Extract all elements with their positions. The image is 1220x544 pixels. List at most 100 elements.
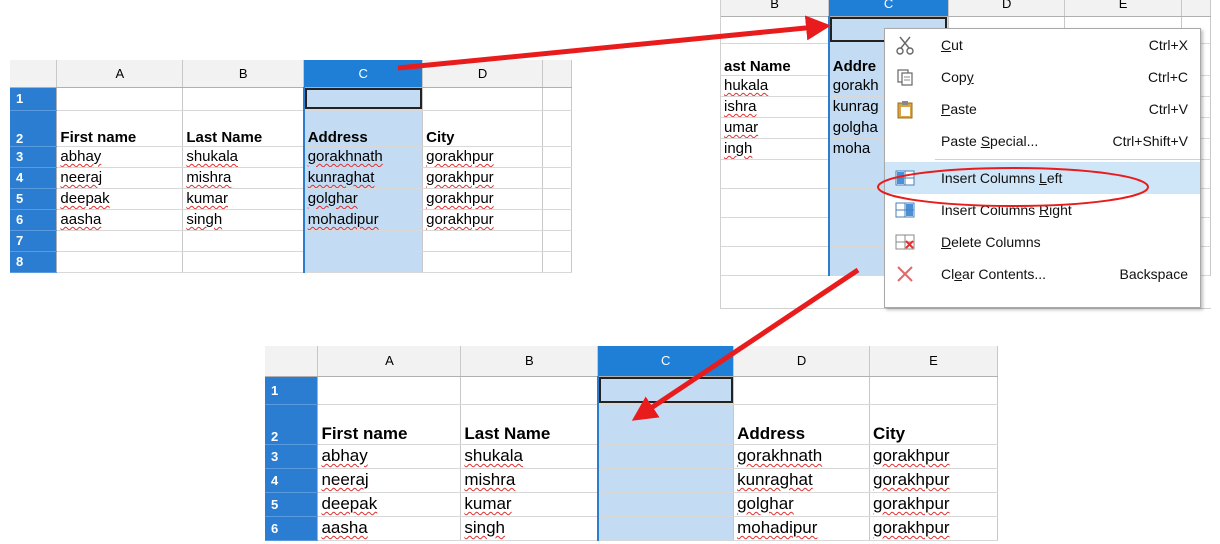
menu-item-insert-columns-right[interactable]: Insert Columns Right <box>885 194 1200 226</box>
row-header[interactable]: 2 <box>265 404 319 445</box>
cell[interactable]: kumar <box>460 492 599 517</box>
cell[interactable] <box>542 230 572 252</box>
cell[interactable] <box>182 251 305 273</box>
cell[interactable]: umar <box>721 117 830 139</box>
cell[interactable]: ingh <box>721 138 830 160</box>
active-cell[interactable] <box>596 376 735 405</box>
cell[interactable]: gorakhpur <box>422 209 544 231</box>
cell[interactable]: abhay <box>56 146 184 168</box>
cell[interactable] <box>542 87 572 111</box>
row-header[interactable]: 6 <box>265 516 319 541</box>
column-header-e[interactable] <box>542 60 572 88</box>
row-header[interactable]: 4 <box>265 468 319 493</box>
row-header[interactable]: 4 <box>10 167 58 189</box>
column-header-d[interactable]: D <box>948 0 1066 17</box>
row-header[interactable]: 7 <box>10 230 58 252</box>
cell[interactable]: singh <box>460 516 599 541</box>
column-header-e[interactable]: E <box>1064 0 1182 17</box>
menu-item-insert-columns-left[interactable]: Insert Columns Left <box>885 162 1200 194</box>
menu-item-paste-special[interactable]: Paste Special... Ctrl+Shift+V <box>885 125 1200 157</box>
menu-item-cut[interactable]: Cut Ctrl+X <box>885 29 1200 61</box>
cell[interactable] <box>542 146 572 168</box>
cell[interactable] <box>542 188 572 210</box>
column-header-d[interactable]: D <box>422 60 544 88</box>
cell[interactable]: gorakhnath <box>733 444 871 469</box>
cell[interactable]: singh <box>182 209 305 231</box>
cell[interactable]: deepak <box>317 492 462 517</box>
cell[interactable] <box>460 376 599 405</box>
cell[interactable]: First name <box>56 110 184 147</box>
cell[interactable]: aasha <box>317 516 462 541</box>
cell[interactable]: Address <box>733 404 871 445</box>
cell[interactable]: City <box>422 110 544 147</box>
cell[interactable] <box>721 16 830 44</box>
column-header-c[interactable]: C <box>303 60 424 88</box>
cell[interactable] <box>869 376 998 405</box>
cell[interactable]: gorakhpur <box>869 444 998 469</box>
column-header-d[interactable]: D <box>733 346 871 377</box>
cell[interactable]: ishra <box>721 96 830 118</box>
menu-item-delete-columns[interactable]: Delete Columns <box>885 226 1200 258</box>
cell[interactable]: gorakhnath <box>302 146 424 168</box>
cell[interactable]: mishra <box>182 167 305 189</box>
menu-item-paste[interactable]: Paste Ctrl+V <box>885 93 1200 125</box>
cell[interactable]: hukala <box>721 75 830 97</box>
row-header[interactable]: 6 <box>10 209 58 231</box>
cell[interactable]: kunraghat <box>302 167 424 189</box>
cell[interactable] <box>542 209 572 231</box>
cell[interactable]: gorakhpur <box>869 468 998 493</box>
corner-cell[interactable] <box>10 60 58 88</box>
row-header[interactable]: 3 <box>10 146 58 168</box>
column-header-a[interactable]: A <box>317 346 462 377</box>
cell[interactable]: Last Name <box>460 404 599 445</box>
cell[interactable] <box>422 87 544 111</box>
cell[interactable]: Address <box>302 110 424 147</box>
cell[interactable]: gorakhpur <box>422 146 544 168</box>
cell[interactable]: gorakhpur <box>422 188 544 210</box>
cell[interactable]: kumar <box>182 188 305 210</box>
cell[interactable]: gorakhpur <box>869 492 998 517</box>
cell[interactable] <box>56 87 184 111</box>
cell[interactable]: mohadipur <box>733 516 871 541</box>
menu-item-copy[interactable]: Copy Ctrl+C <box>885 61 1200 93</box>
active-cell[interactable] <box>302 87 424 111</box>
cell[interactable]: neeraj <box>56 167 184 189</box>
menu-item-clear-contents[interactable]: Clear Contents... Backspace <box>885 258 1200 290</box>
row-header[interactable]: 1 <box>265 376 319 405</box>
column-header-c[interactable]: C <box>828 0 949 17</box>
cell[interactable] <box>302 230 424 252</box>
cell[interactable]: golghar <box>302 188 424 210</box>
cell[interactable] <box>733 376 871 405</box>
cell[interactable]: Last Name <box>182 110 305 147</box>
cell[interactable]: golghar <box>733 492 871 517</box>
cell[interactable]: neeraj <box>317 468 462 493</box>
cell[interactable] <box>56 230 184 252</box>
column-header-b[interactable]: B <box>182 60 305 88</box>
cell[interactable]: City <box>869 404 998 445</box>
row-header[interactable]: 5 <box>265 492 319 517</box>
cell[interactable] <box>596 404 735 445</box>
column-header-b[interactable]: B <box>721 0 830 17</box>
cell[interactable] <box>596 516 735 541</box>
row-header[interactable]: 2 <box>10 110 58 147</box>
cell[interactable] <box>302 251 424 273</box>
column-header-a[interactable]: A <box>56 60 184 88</box>
cell[interactable]: abhay <box>317 444 462 469</box>
cell[interactable]: gorakhpur <box>869 516 998 541</box>
cell[interactable] <box>422 230 544 252</box>
cell[interactable]: ast Name <box>721 43 830 76</box>
cell[interactable] <box>596 492 735 517</box>
cell[interactable]: shukala <box>182 146 305 168</box>
cell[interactable]: mohadipur <box>302 209 424 231</box>
cell[interactable]: First name <box>317 404 462 445</box>
cell[interactable] <box>542 251 572 273</box>
cell[interactable] <box>422 251 544 273</box>
corner-cell[interactable] <box>265 346 319 377</box>
cell[interactable] <box>182 87 305 111</box>
column-header-b[interactable]: B <box>460 346 599 377</box>
row-header[interactable]: 1 <box>10 87 58 111</box>
cell[interactable]: aasha <box>56 209 184 231</box>
cell[interactable] <box>542 110 572 147</box>
cell[interactable]: mishra <box>460 468 599 493</box>
column-header-c[interactable]: C <box>597 346 735 377</box>
